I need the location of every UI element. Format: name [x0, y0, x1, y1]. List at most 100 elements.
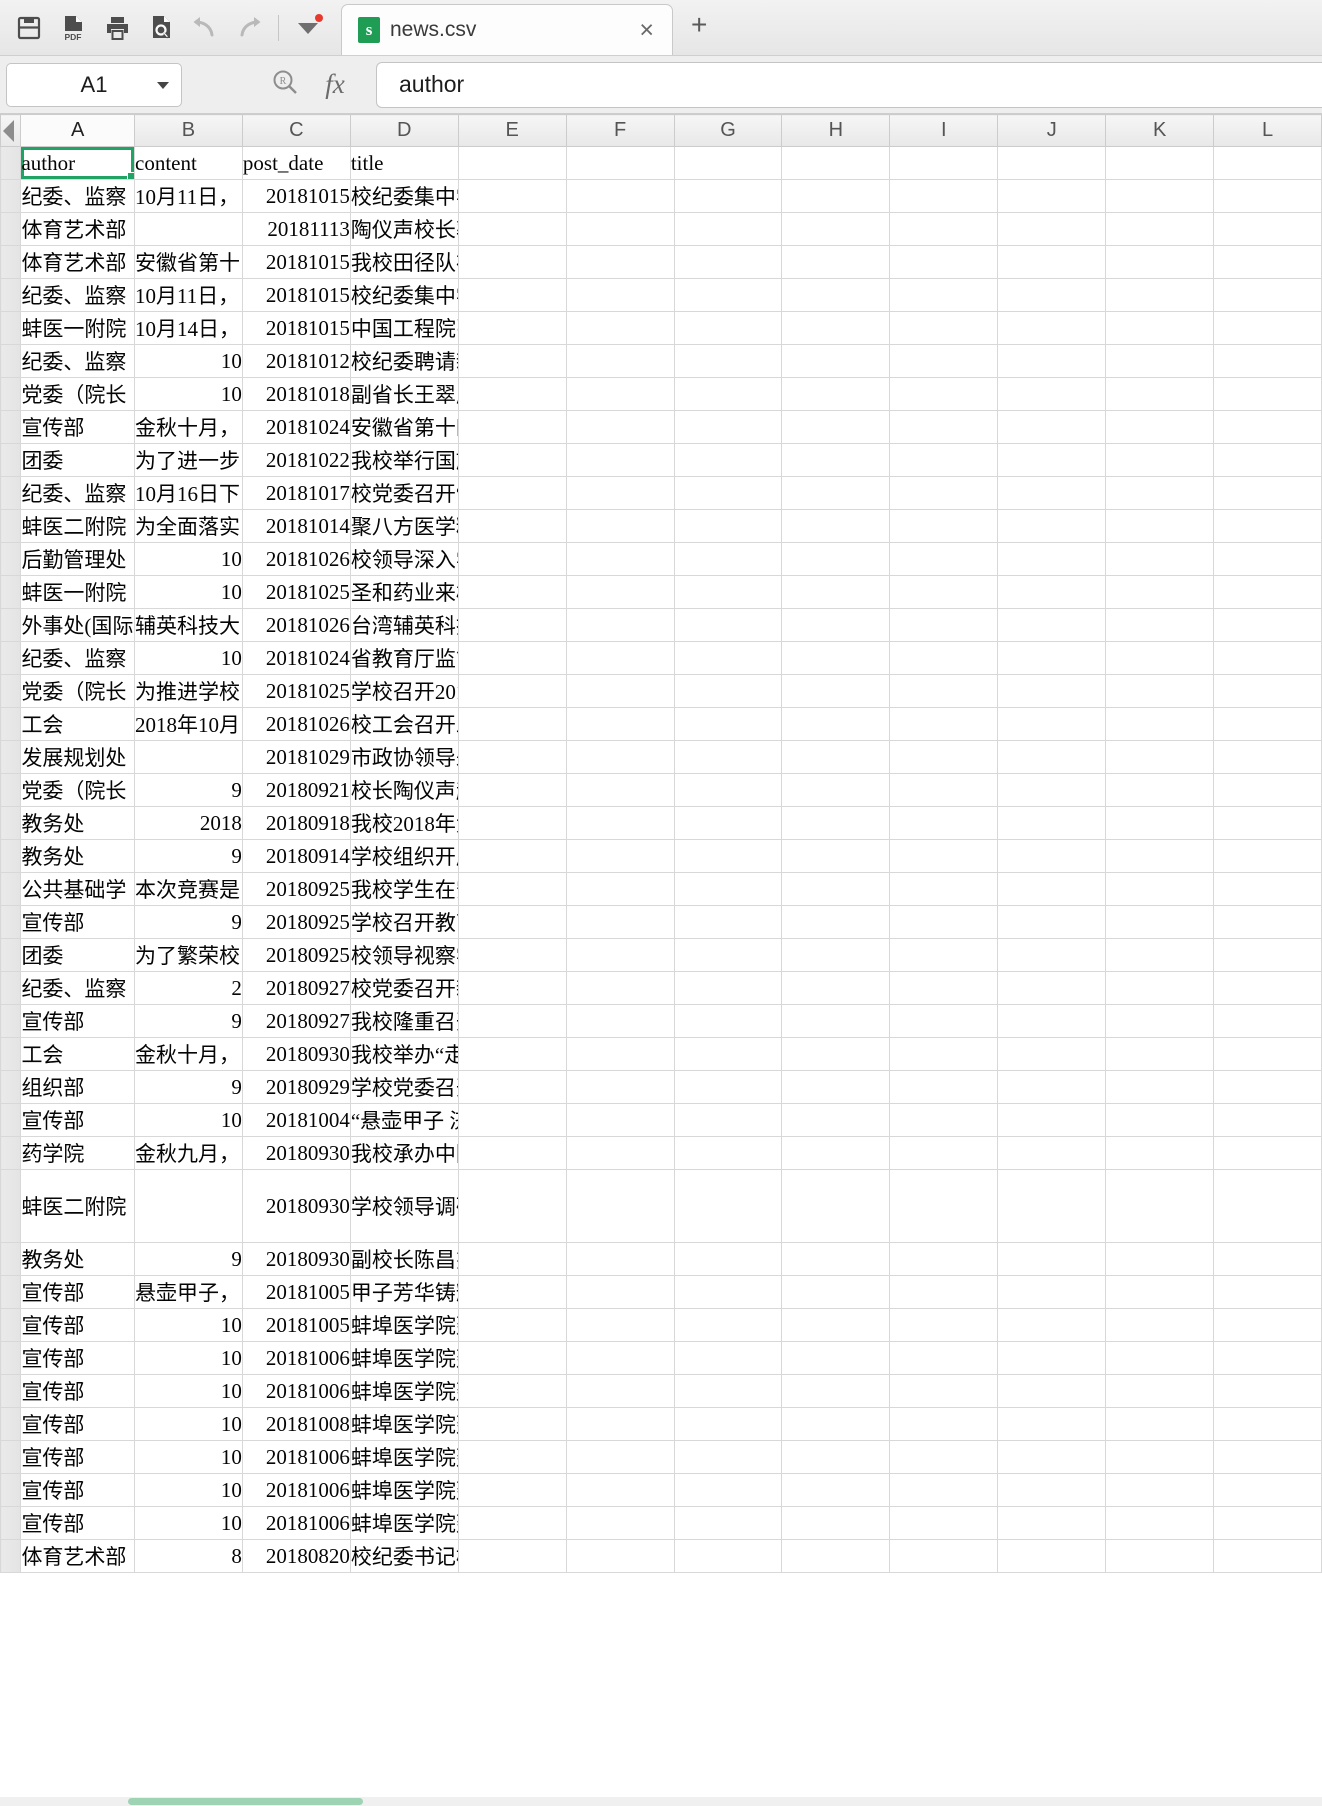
cell-E[interactable]: [457, 905, 567, 939]
cell-E[interactable]: [457, 146, 567, 180]
cell-I[interactable]: [889, 608, 999, 642]
cell-J[interactable]: [997, 1169, 1107, 1243]
cell-J[interactable]: [997, 476, 1107, 510]
cell-L[interactable]: [1213, 938, 1322, 972]
cell-E[interactable]: [457, 542, 567, 576]
table-row[interactable]: 后勤管理处1020181026校领导深入学生食堂检查指导工作: [0, 542, 1322, 576]
cell-I[interactable]: [889, 344, 999, 378]
horizontal-scrollbar[interactable]: [0, 1797, 1322, 1806]
cell-J[interactable]: [997, 1539, 1107, 1573]
cell-E[interactable]: [457, 1440, 567, 1474]
cell-C[interactable]: 20181026: [241, 542, 351, 576]
cell-L[interactable]: [1213, 971, 1322, 1005]
cell-K[interactable]: [1105, 509, 1215, 543]
cell-J[interactable]: [997, 674, 1107, 708]
cell-A[interactable]: 体育艺术部: [20, 212, 136, 246]
cell-H[interactable]: [781, 971, 891, 1005]
formula-input[interactable]: author: [376, 61, 1322, 108]
cell-J[interactable]: [997, 212, 1107, 246]
cell-G[interactable]: [673, 1037, 783, 1071]
cell-K[interactable]: [1105, 1473, 1215, 1507]
cell-F[interactable]: [565, 1341, 675, 1375]
row-header[interactable]: [0, 1242, 22, 1276]
cell-K[interactable]: [1105, 146, 1215, 180]
row-header[interactable]: [0, 443, 22, 477]
cell-L[interactable]: [1213, 344, 1322, 378]
cell-H[interactable]: [781, 476, 891, 510]
cell-C[interactable]: 20181015: [241, 278, 351, 312]
cell-D[interactable]: 校工会召开工会委员会扩大会议传达校第三季度工作调度会议精神: [349, 707, 459, 741]
cell-J[interactable]: [997, 179, 1107, 213]
row-header[interactable]: [0, 212, 22, 246]
cell-H[interactable]: [781, 443, 891, 477]
table-row[interactable]: 宣传部1020181006蚌埠医学院建校六十周年发展论坛系列报道——段树民院士高…: [0, 1440, 1322, 1474]
cell-E[interactable]: [457, 938, 567, 972]
cell-E[interactable]: [457, 311, 567, 345]
cell-B[interactable]: 10: [134, 377, 243, 411]
cell-I[interactable]: [889, 1136, 999, 1170]
cell-H[interactable]: [781, 377, 891, 411]
cell-F[interactable]: [565, 905, 675, 939]
table-row[interactable]: 组织部920180929学校党委召开党建工作例会: [0, 1070, 1322, 1104]
cell-L[interactable]: [1213, 179, 1322, 213]
cell-B[interactable]: 为了进一步: [134, 443, 243, 477]
cell-E[interactable]: [457, 1275, 567, 1309]
cell-L[interactable]: [1213, 377, 1322, 411]
cell-I[interactable]: [889, 839, 999, 873]
cell-C[interactable]: 20181025: [241, 575, 351, 609]
table-row[interactable]: 体育艺术部安徽省第十20181015我校田径队在安徽省第十四届运会中获得佳绩: [0, 245, 1322, 279]
cell-G[interactable]: [673, 377, 783, 411]
cell-A[interactable]: 宣传部: [20, 1506, 136, 1540]
cell-B[interactable]: 10: [134, 1407, 243, 1441]
cell-H[interactable]: [781, 1407, 891, 1441]
row-header[interactable]: [0, 1275, 22, 1309]
table-row[interactable]: 党委（院长1020181018副省长王翠凤一行来校调研: [0, 377, 1322, 411]
row-header[interactable]: [0, 971, 22, 1005]
cell-K[interactable]: [1105, 377, 1215, 411]
cell-J[interactable]: [997, 377, 1107, 411]
cell-I[interactable]: [889, 377, 999, 411]
cell-I[interactable]: [889, 1539, 999, 1573]
cell-G[interactable]: [673, 542, 783, 576]
column-header-I[interactable]: I: [889, 114, 999, 147]
cell-L[interactable]: [1213, 575, 1322, 609]
cell-D[interactable]: 蚌埠医学院建校六十周年发展论坛系列报道——刘德培院士高端报告开启发展论坛学术盛宴: [349, 1308, 459, 1342]
cell-H[interactable]: [781, 1242, 891, 1276]
header-data-row[interactable]: author content post_date title: [0, 146, 1322, 180]
row-header[interactable]: [0, 839, 22, 873]
cell-E[interactable]: [457, 278, 567, 312]
cell-F[interactable]: [565, 509, 675, 543]
cell-H[interactable]: [781, 839, 891, 873]
cell-B[interactable]: 为推进学校: [134, 674, 243, 708]
cell-K[interactable]: [1105, 674, 1215, 708]
cell-I[interactable]: [889, 1242, 999, 1276]
cell-I[interactable]: [889, 1275, 999, 1309]
cell-B[interactable]: 10: [134, 344, 243, 378]
cell-D[interactable]: 校党委召开新提任干部集体廉政谈话会: [349, 971, 459, 1005]
cell-G[interactable]: [673, 938, 783, 972]
cell-I[interactable]: [889, 542, 999, 576]
table-row[interactable]: 纪委、监察10月16日下20181017校党委召开“讲严立”专题警示教育总结会: [0, 476, 1322, 510]
cell-J[interactable]: [997, 245, 1107, 279]
row-header[interactable]: [0, 1440, 22, 1474]
cell-D[interactable]: 蚌埠医学院建校六十周年发展论坛系列报道——卜军教授高端报告: [349, 1473, 459, 1507]
cell-L[interactable]: [1213, 1136, 1322, 1170]
cell-J[interactable]: [997, 608, 1107, 642]
cell-I[interactable]: [889, 443, 999, 477]
row-header[interactable]: [0, 740, 22, 774]
cell-L[interactable]: [1213, 278, 1322, 312]
cell-A[interactable]: 工会: [20, 707, 136, 741]
cell-J[interactable]: [997, 1275, 1107, 1309]
cell-B[interactable]: content: [134, 146, 243, 180]
cell-F[interactable]: [565, 971, 675, 1005]
cell-I[interactable]: [889, 146, 999, 180]
row-header[interactable]: [0, 344, 22, 378]
cell-H[interactable]: [781, 608, 891, 642]
cell-F[interactable]: [565, 1242, 675, 1276]
cell-D[interactable]: 聚八方医学精英 促皖北医学发展 ——蚌埠医学院第二附属医院举办第二届博士论坛: [349, 509, 459, 543]
cell-C[interactable]: 20181022: [241, 443, 351, 477]
close-tab-button[interactable]: ×: [635, 17, 658, 43]
cell-K[interactable]: [1105, 1539, 1215, 1573]
row-header[interactable]: [0, 278, 22, 312]
cell-B[interactable]: 10: [134, 1308, 243, 1342]
